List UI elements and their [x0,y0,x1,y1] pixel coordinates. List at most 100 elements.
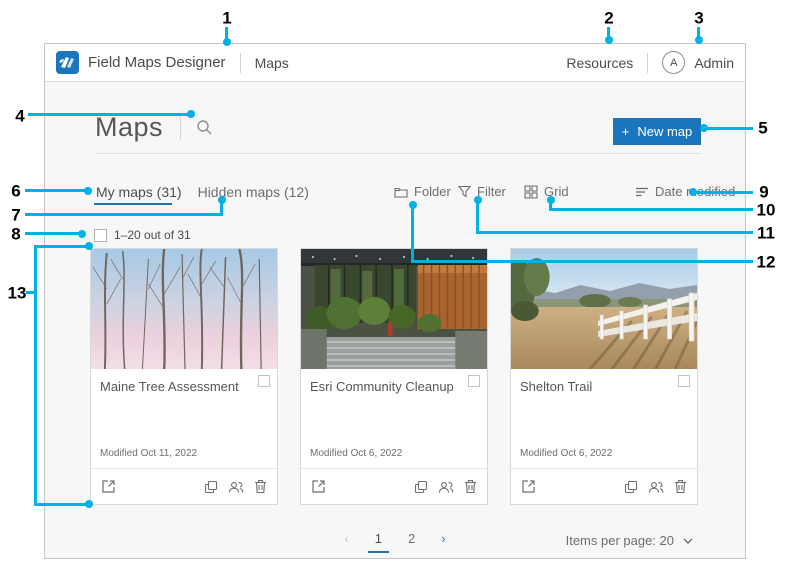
folder-button[interactable]: Folder [394,184,451,199]
app-title: Field Maps Designer [88,54,226,71]
user-name[interactable]: Admin [694,55,734,71]
callout-label-5: 5 [758,120,767,137]
tab-my-maps[interactable]: My maps (31) [96,184,182,200]
avatar-initial: A [670,57,677,69]
card-checkbox[interactable] [678,375,690,387]
card-title[interactable]: Esri Community Cleanup [310,379,454,394]
callout-line-6 [25,189,85,192]
page-title: Maps [95,112,163,143]
delete-icon[interactable] [674,479,687,494]
callout-line-10 [549,208,753,211]
map-thumbnail-maine-trees[interactable] [91,249,277,369]
callout-line-12b [411,207,414,263]
card-title[interactable]: Maine Tree Assessment [100,379,239,394]
open-map-icon[interactable] [521,479,536,494]
callout-label-3: 3 [694,10,703,27]
active-tab-underline [94,203,172,205]
folder-label: Folder [414,184,451,199]
duplicate-icon[interactable] [414,480,428,494]
share-group-icon[interactable] [228,480,244,494]
map-card-grid: Maine Tree Assessment Modified Oct 11, 2… [90,248,698,505]
share-group-icon[interactable] [648,480,664,494]
next-page-chevron-icon[interactable]: › [441,531,445,546]
callout-label-8: 8 [11,226,20,243]
grid-icon [524,185,538,199]
sort-icon [635,186,649,198]
duplicate-icon[interactable] [204,480,218,494]
nav-item-maps[interactable]: Maps [255,55,289,71]
title-divider [180,115,181,140]
items-per-page-label: Items per page: 20 [566,533,674,548]
map-thumbnail-esri-campus[interactable] [301,249,487,369]
callout-line-11 [476,231,753,234]
app-window: Field Maps Designer Maps Resources A Adm… [44,43,746,559]
tab-hidden-maps[interactable]: Hidden maps (12) [198,184,309,200]
map-card: Shelton Trail Modified Oct 6, 2022 [510,248,698,505]
callout-line-9 [696,191,753,194]
callout-line-13-vertical [34,245,37,506]
card-info: Esri Community Cleanup Modified Oct 6, 2… [301,369,487,469]
new-map-button[interactable]: + New map [613,118,701,145]
callout-line-12 [411,260,753,263]
callout-label-1: 1 [222,10,231,27]
callout-dot-1 [223,38,231,46]
filter-button[interactable]: Filter [458,184,506,199]
open-map-icon[interactable] [101,479,116,494]
filter-icon [458,185,471,198]
callout-dot-13-bottom [85,500,93,508]
card-title[interactable]: Shelton Trail [520,379,592,394]
title-separator [95,153,701,154]
callout-line-8 [25,232,80,235]
callout-label-10: 10 [757,202,776,219]
callout-dot-8 [78,230,86,238]
map-thumbnail-shelton-trail[interactable] [511,249,697,369]
search-icon[interactable] [196,119,213,136]
select-all-checkbox[interactable] [94,229,107,242]
card-info: Shelton Trail Modified Oct 6, 2022 [511,369,697,469]
page-1-button[interactable]: 1 [375,531,382,546]
callout-dot-6 [84,187,92,195]
callout-label-7: 7 [11,207,20,224]
callout-label-2: 2 [604,10,613,27]
resources-link[interactable]: Resources [566,55,633,71]
map-card: Esri Community Cleanup Modified Oct 6, 2… [300,248,488,505]
items-per-page-select[interactable]: Items per page: 20 [566,533,693,548]
page-2-button[interactable]: 2 [408,531,415,546]
card-checkbox[interactable] [468,375,480,387]
delete-icon[interactable] [464,479,477,494]
callout-line-13-top [34,245,87,248]
tab-bar: My maps (31) Hidden maps (12) [96,184,309,200]
chevron-down-icon [683,538,693,544]
open-map-icon[interactable] [311,479,326,494]
card-info: Maine Tree Assessment Modified Oct 11, 2… [91,369,277,469]
card-footer [301,469,487,504]
previous-page-chevron-icon[interactable]: ‹ [344,531,348,546]
callout-dot-4 [187,110,195,118]
delete-icon[interactable] [254,479,267,494]
callout-line-13-bottom [34,503,87,506]
card-checkbox[interactable] [258,375,270,387]
grid-view-button[interactable]: Grid [524,184,569,199]
selection-count-label: 1–20 out of 31 [114,228,191,242]
duplicate-icon[interactable] [624,480,638,494]
callout-line-4 [28,113,188,116]
plus-icon: + [622,124,630,139]
user-avatar[interactable]: A [662,51,685,74]
header-divider [240,53,241,73]
folder-icon [394,186,408,198]
selection-row: 1–20 out of 31 [94,228,191,242]
callout-label-9: 9 [759,184,768,201]
callout-line-5 [707,127,753,130]
card-modified-date: Modified Oct 6, 2022 [520,448,612,459]
app-header: Field Maps Designer Maps Resources A Adm… [45,44,745,82]
card-footer [511,469,697,504]
card-modified-date: Modified Oct 11, 2022 [100,448,197,459]
share-group-icon[interactable] [438,480,454,494]
callout-label-11: 11 [757,225,775,242]
callout-dot-2 [605,36,613,44]
callout-label-12: 12 [757,254,776,271]
callout-line-7 [25,213,223,216]
field-maps-logo-icon [56,51,79,74]
callout-dot-13-top [85,242,93,250]
callout-label-6: 6 [11,183,20,200]
